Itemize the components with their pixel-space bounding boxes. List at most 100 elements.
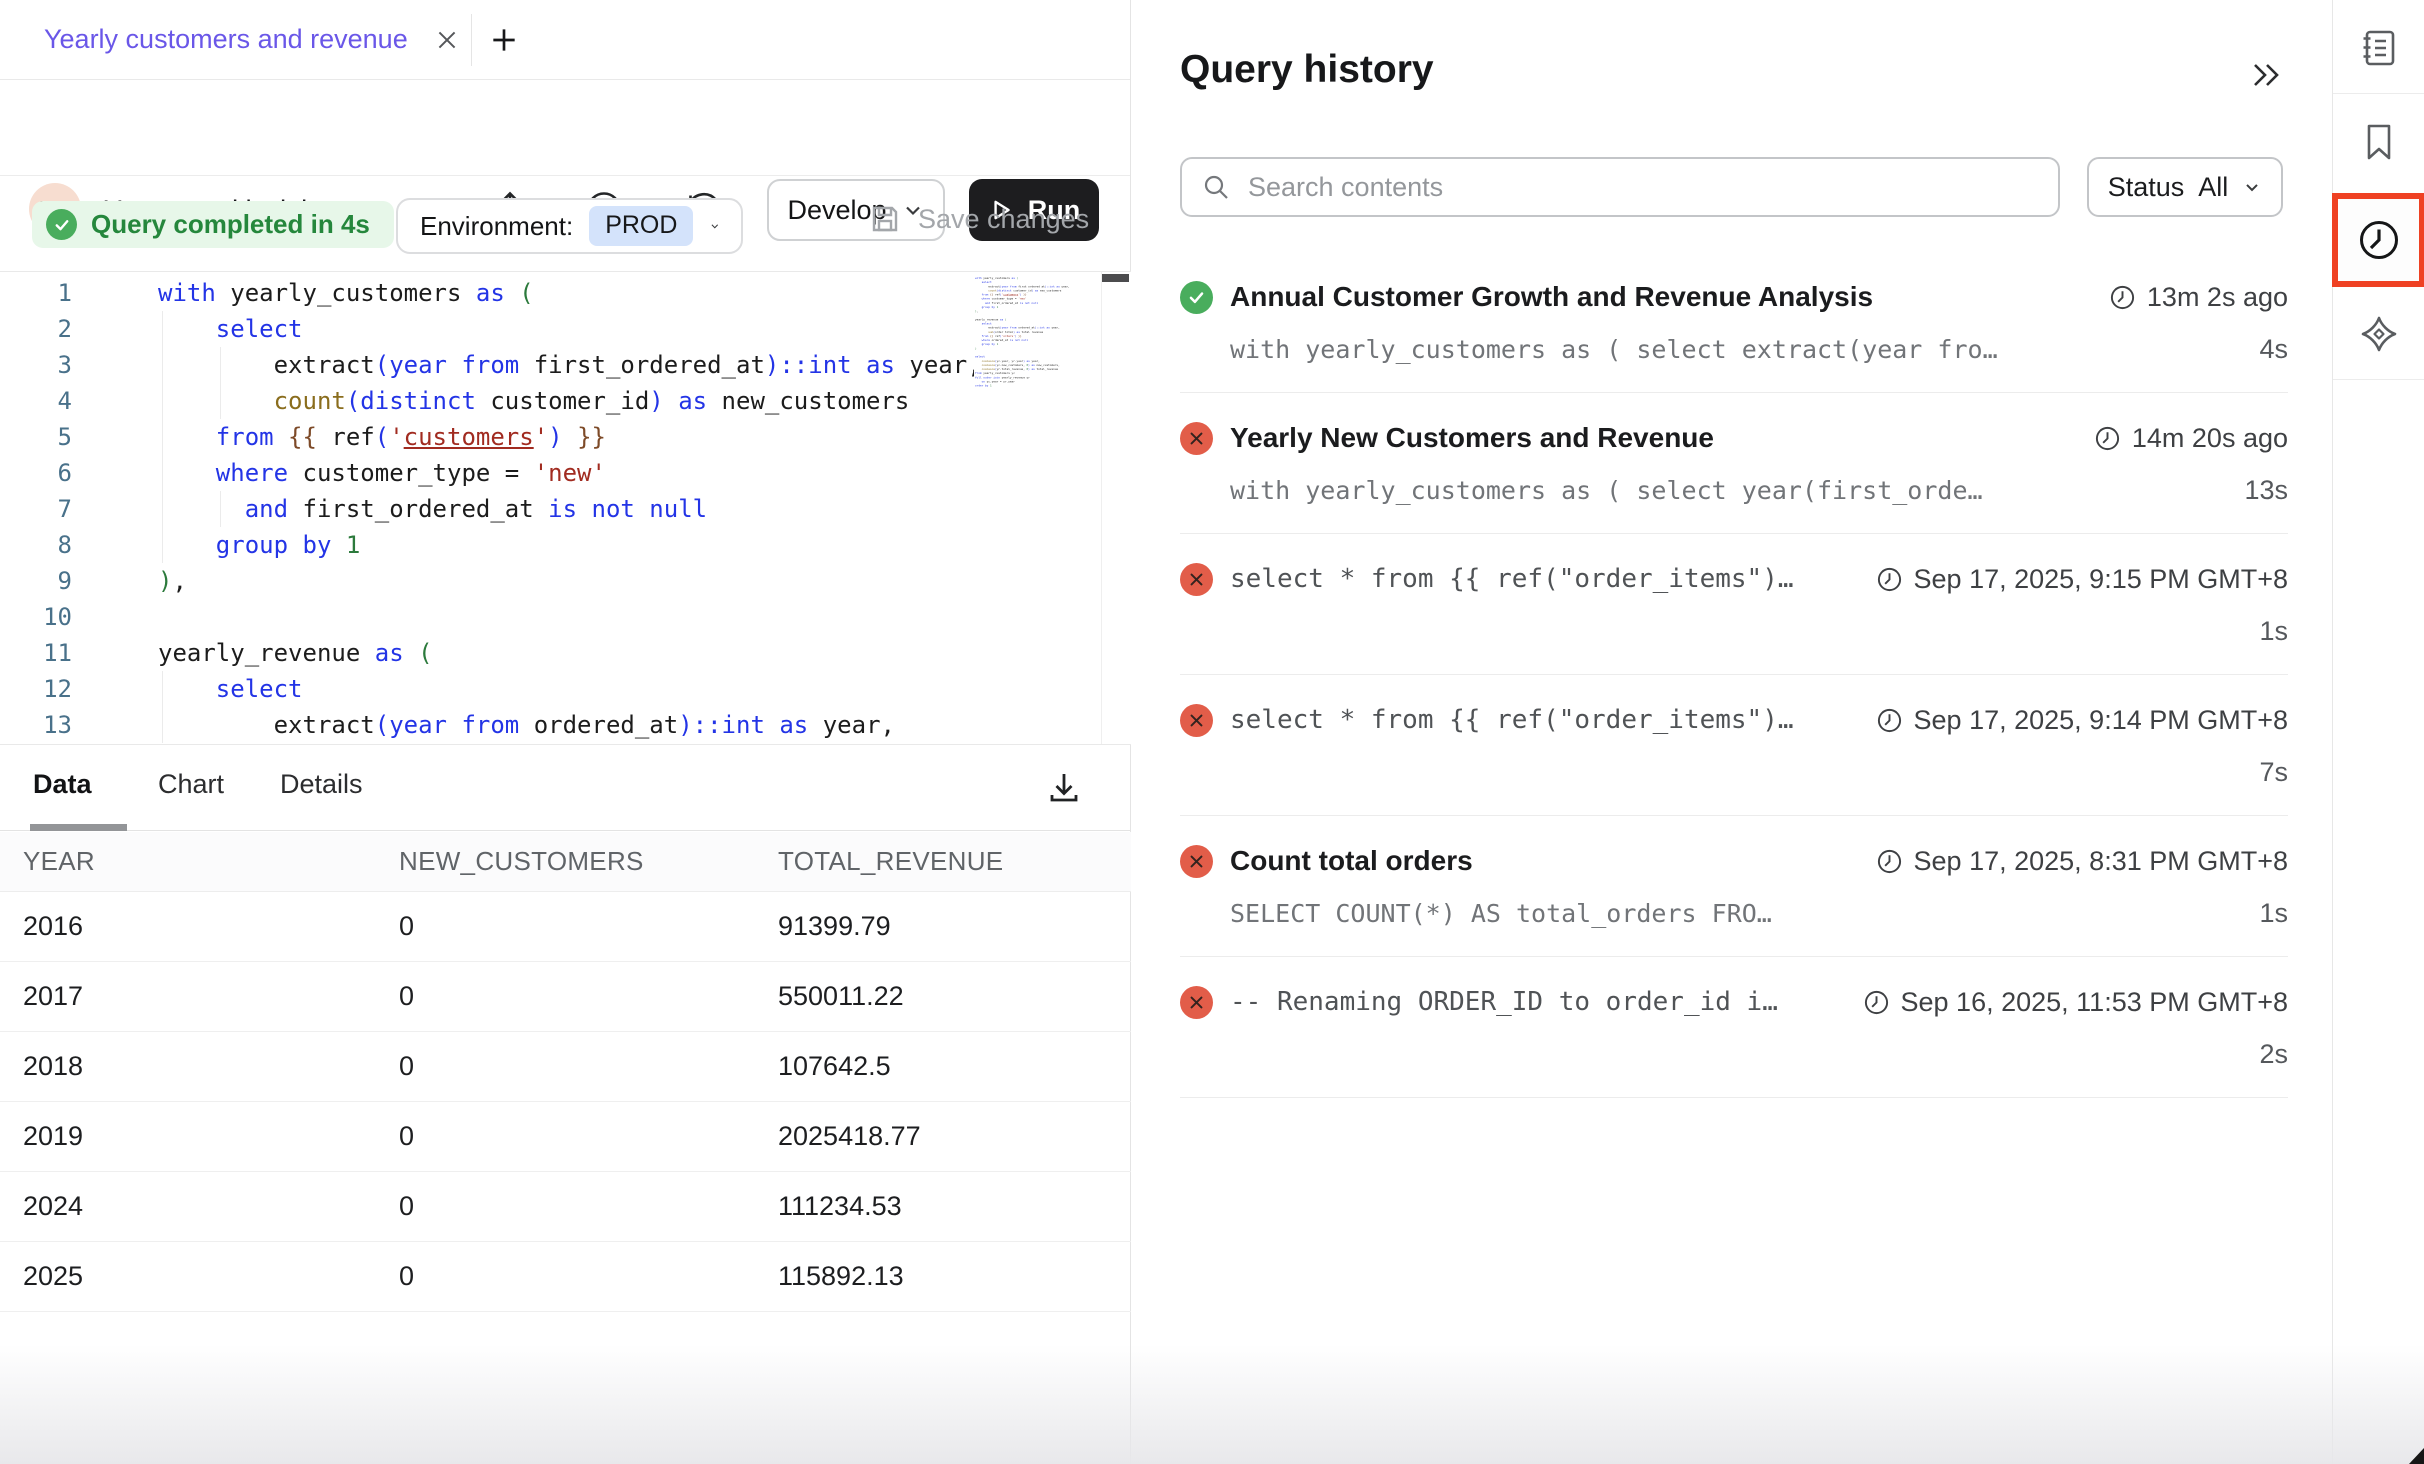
query-history-item[interactable]: Annual Customer Growth and Revenue Analy… [1180, 252, 2288, 393]
query-history-item[interactable]: Yearly New Customers and Revenue 14m 20s… [1180, 393, 2288, 534]
query-status-text: Query completed in 4s [91, 209, 370, 240]
toolbar-divider [2333, 93, 2424, 94]
item-code-preview: with yearly_customers as ( select year(f… [1180, 470, 2094, 510]
new-tab-button[interactable] [486, 22, 522, 58]
item-title[interactable]: Count total orders [1230, 845, 1473, 877]
search-icon [1202, 173, 1230, 201]
clock-icon [1876, 848, 1903, 875]
table-row[interactable]: 20250115892.13 [0, 1242, 1131, 1312]
item-code-preview: with yearly_customers as ( select extrac… [1180, 329, 2109, 369]
table-row[interactable]: 201902025418.77 [0, 1102, 1131, 1172]
item-duration: 4s [2109, 329, 2288, 369]
right-toolbar [2332, 0, 2424, 1464]
lineage-star-icon[interactable] [2357, 312, 2401, 356]
table-cell: 2025 [0, 1261, 376, 1292]
table-cell: 0 [376, 1121, 755, 1152]
table-row[interactable]: 20180107642.5 [0, 1032, 1131, 1102]
tab-close-icon[interactable] [434, 27, 460, 53]
column-header-total-revenue[interactable]: TOTAL_REVENUE [755, 846, 1131, 877]
item-title[interactable]: select * from {{ ref("order_items")… [1230, 564, 1794, 594]
download-icon[interactable] [1042, 766, 1086, 810]
sql-editor[interactable]: 12345678910111213 with yearly_customers … [0, 271, 1131, 745]
item-timestamp: Sep 16, 2025, 11:53 PM GMT+8 [1863, 982, 2288, 1022]
search-input[interactable]: Search contents [1180, 157, 2060, 217]
save-changes-label: Save changes [918, 204, 1089, 235]
results-table-header: YEAR NEW_CUSTOMERS TOTAL_REVENUE [0, 832, 1131, 892]
item-timestamp: Sep 17, 2025, 9:15 PM GMT+8 [1876, 559, 2288, 599]
item-duration: 13s [2094, 470, 2288, 510]
clock-icon [1876, 707, 1903, 734]
error-x-icon [1180, 704, 1213, 737]
item-title[interactable]: select * from {{ ref("order_items")… [1230, 705, 1794, 735]
editor-status-row: Query completed in 4s Environment: PROD … [0, 176, 1130, 271]
collapse-panel-icon[interactable] [2245, 56, 2285, 94]
error-x-icon [1180, 563, 1213, 596]
table-cell: 2016 [0, 911, 376, 942]
query-history-item[interactable]: -- Renaming ORDER_ID to order_id i… Sep … [1180, 957, 2288, 1098]
table-cell: 0 [376, 1191, 755, 1222]
minimap-divider [1101, 272, 1102, 745]
status-filter-value: All [2198, 172, 2228, 203]
active-tab-indicator [30, 824, 127, 831]
item-duration: 1s [1876, 611, 2288, 651]
table-row[interactable]: 20240111234.53 [0, 1172, 1131, 1242]
query-history-title: Query history [1180, 48, 1434, 92]
query-history-item[interactable]: select * from {{ ref("order_items")… Sep… [1180, 534, 2288, 675]
tab-data[interactable]: Data [33, 769, 92, 800]
table-cell: 91399.79 [755, 911, 1131, 942]
status-filter-dropdown[interactable]: Status All [2087, 157, 2283, 217]
results-tab-bar: Data Chart Details [0, 745, 1131, 831]
tab-yearly-customers[interactable]: Yearly customers and revenue [0, 0, 494, 79]
query-history-list: Annual Customer Growth and Revenue Analy… [1180, 252, 2288, 1098]
query-history-item[interactable]: select * from {{ ref("order_items")… Sep… [1180, 675, 2288, 816]
code-content[interactable]: with yearly_customers as ( select extrac… [158, 275, 974, 743]
item-timestamp: Sep 17, 2025, 8:31 PM GMT+8 [1876, 841, 2288, 881]
status-filter-label: Status [2108, 172, 2185, 203]
item-timestamp: 14m 20s ago [2094, 418, 2288, 458]
scrollbar-thumb[interactable] [1102, 274, 1129, 282]
error-x-icon [1180, 422, 1213, 455]
table-cell: 0 [376, 981, 755, 1012]
query-history-active-highlight[interactable] [2332, 193, 2424, 287]
table-cell: 111234.53 [755, 1191, 1131, 1222]
toolbar-divider [2333, 379, 2424, 380]
environment-selector[interactable]: Environment: PROD [396, 198, 743, 254]
item-title[interactable]: Yearly New Customers and Revenue [1230, 422, 1714, 454]
minimap[interactable]: with yearly_customers as ( select extrac… [975, 276, 1101, 738]
query-history-item[interactable]: Count total orders Sep 17, 2025, 8:31 PM… [1180, 816, 2288, 957]
table-cell: 2019 [0, 1121, 376, 1152]
table-row[interactable]: 20170550011.22 [0, 962, 1131, 1032]
save-changes-button[interactable]: Save changes [868, 202, 1089, 236]
column-header-year[interactable]: YEAR [0, 846, 376, 877]
chevron-down-icon [2242, 177, 2262, 197]
success-check-icon [1180, 281, 1213, 314]
table-cell: 550011.22 [755, 981, 1131, 1012]
table-cell: 0 [376, 1051, 755, 1082]
item-duration: 2s [1863, 1034, 2288, 1074]
notebook-icon[interactable] [2357, 26, 2401, 70]
query-history-panel: Query history Search contents Status All… [1132, 0, 2331, 1464]
error-x-icon [1180, 845, 1213, 878]
search-placeholder: Search contents [1248, 172, 1443, 203]
table-row[interactable]: 2016091399.79 [0, 892, 1131, 962]
app-window: Yearly customers and revenue BL Your sav… [0, 0, 2424, 1464]
item-code-preview [1180, 1034, 1863, 1074]
table-cell: 2017 [0, 981, 376, 1012]
error-x-icon [1180, 986, 1213, 1019]
item-timestamp: Sep 17, 2025, 9:14 PM GMT+8 [1876, 700, 2288, 740]
item-title[interactable]: Annual Customer Growth and Revenue Analy… [1230, 281, 1873, 313]
history-clock-icon [2356, 217, 2402, 263]
item-code-preview: SELECT COUNT(*) AS total_orders FRO… [1180, 893, 1876, 933]
clock-icon [1863, 989, 1890, 1016]
tab-details[interactable]: Details [280, 769, 363, 800]
table-cell: 107642.5 [755, 1051, 1131, 1082]
item-title[interactable]: -- Renaming ORDER_ID to order_id i… [1230, 987, 1778, 1017]
item-duration: 7s [1876, 752, 2288, 792]
tab-chart[interactable]: Chart [158, 769, 224, 800]
item-timestamp: 13m 2s ago [2109, 277, 2288, 317]
table-cell: 2025418.77 [755, 1121, 1131, 1152]
column-header-new-customers[interactable]: NEW_CUSTOMERS [376, 846, 755, 877]
bookmark-icon[interactable] [2357, 120, 2401, 164]
chevron-down-icon [709, 215, 721, 237]
line-numbers: 12345678910111213 [0, 275, 72, 743]
